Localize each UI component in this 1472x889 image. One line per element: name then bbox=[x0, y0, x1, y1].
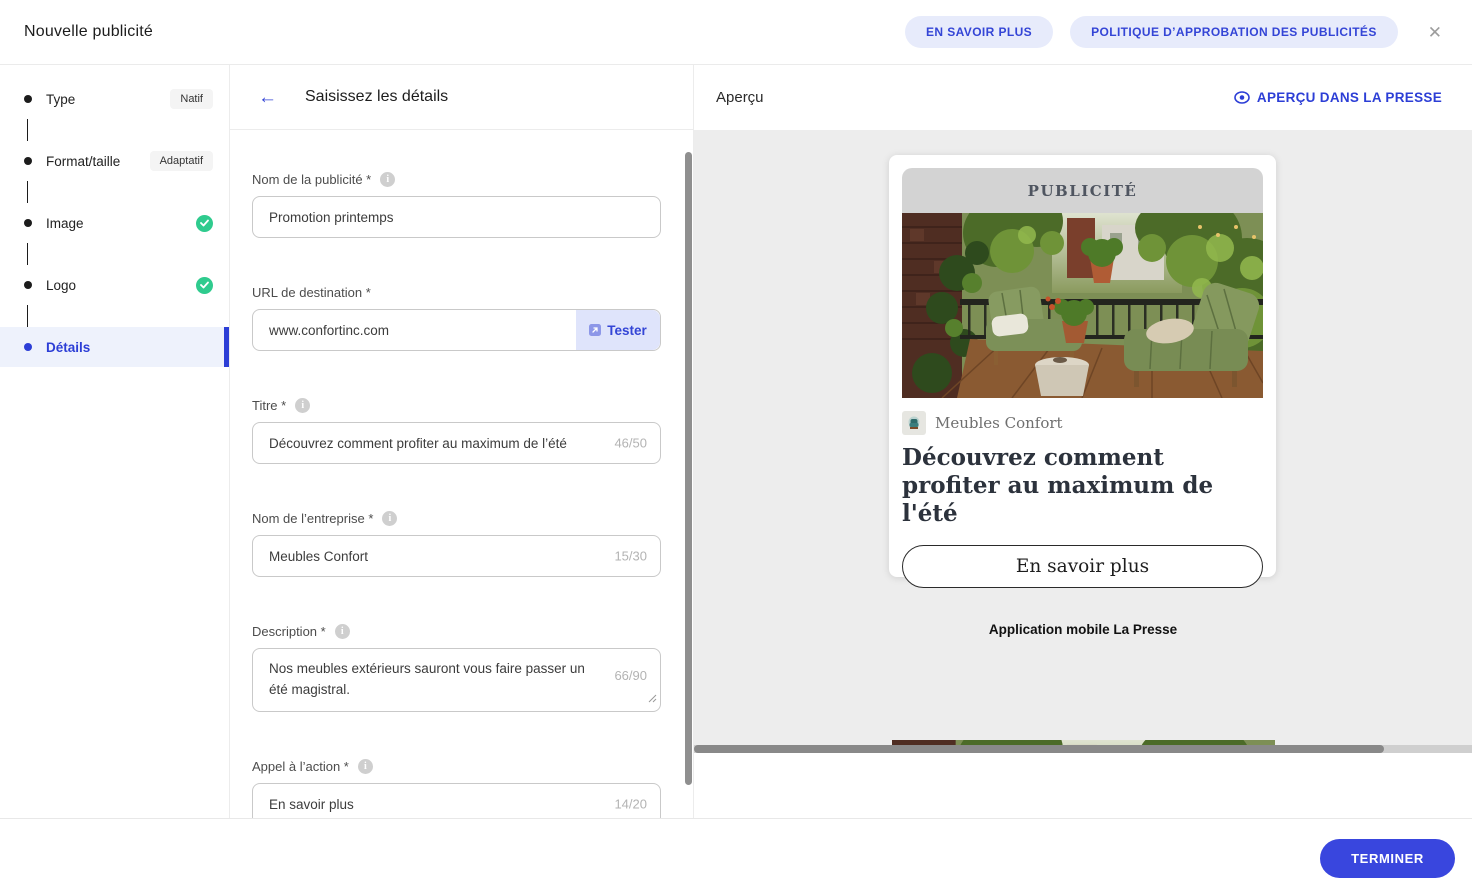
check-circle-icon bbox=[196, 276, 213, 294]
eye-icon bbox=[1234, 91, 1250, 104]
ad-preview-card: PUBLICITÉ Meubles Confort Découvrez comm… bbox=[889, 155, 1276, 589]
field-title: Titre * i Découvrez comment profiter au … bbox=[252, 398, 661, 464]
preview-bottom-spacer bbox=[694, 753, 1472, 818]
learn-more-button[interactable]: EN SAVOIR PLUS bbox=[905, 16, 1054, 48]
ad-headline: Découvrez comment profiter au maximum de… bbox=[902, 444, 1214, 528]
preview-title: Aperçu bbox=[716, 89, 764, 106]
step-connector bbox=[27, 305, 229, 327]
form-title: Saisissez les détails bbox=[305, 88, 449, 105]
char-counter: 66/90 bbox=[614, 668, 647, 683]
ad-policy-button[interactable]: POLITIQUE D’APPROBATION DES PUBLICITÉS bbox=[1070, 16, 1398, 48]
topbar-actions: EN SAVOIR PLUS POLITIQUE D’APPROBATION D… bbox=[888, 16, 1448, 48]
step-connector bbox=[27, 243, 229, 265]
title-value: Découvrez comment profiter au maximum de… bbox=[269, 435, 567, 451]
cta-value: En savoir plus bbox=[269, 796, 354, 812]
step-connector bbox=[27, 181, 229, 203]
steps-sidebar: Type Natif Format/taille Adaptatif Image bbox=[0, 65, 230, 818]
url-label: URL de destination * bbox=[252, 285, 371, 300]
step-dot-icon bbox=[24, 281, 32, 289]
new-ad-modal: Nouvelle publicité EN SAVOIR PLUS POLITI… bbox=[0, 0, 1472, 889]
press-preview-link[interactable]: APERÇU DANS LA PRESSE bbox=[1234, 90, 1442, 105]
ad-tag: PUBLICITÉ bbox=[902, 168, 1263, 213]
preview-horizontal-scrollbar-track bbox=[694, 745, 1472, 753]
ad-brand-name: Meubles Confort bbox=[935, 414, 1063, 432]
preview-horizontal-scrollbar[interactable] bbox=[694, 745, 1384, 753]
field-ad-name: Nom de la publicité * i Promotion printe… bbox=[252, 172, 661, 238]
field-destination-url: URL de destination * www.confortinc.com … bbox=[252, 285, 661, 351]
step-value-badge: Natif bbox=[170, 89, 213, 109]
step-value-badge: Adaptatif bbox=[149, 151, 213, 171]
sidebar-item-image[interactable]: Image bbox=[0, 203, 229, 243]
description-textarea[interactable]: Nos meubles extérieurs sauront vous fair… bbox=[252, 648, 661, 712]
ad-name-input[interactable]: Promotion printemps bbox=[252, 196, 661, 238]
ad-cta-button[interactable]: En savoir plus bbox=[902, 545, 1263, 589]
step-label: Type bbox=[46, 91, 76, 107]
preview-caption: Application mobile La Presse bbox=[988, 622, 1178, 637]
content-row: Type Natif Format/taille Adaptatif Image bbox=[0, 65, 1472, 818]
url-input[interactable]: www.confortinc.com Tester bbox=[252, 309, 661, 351]
preview-scroll-area: PUBLICITÉ Meubles Confort Découvrez comm… bbox=[694, 130, 1472, 753]
sidebar-item-logo[interactable]: Logo bbox=[0, 265, 229, 305]
footer: TERMINER bbox=[0, 818, 1472, 889]
preview-header: Aperçu APERÇU DANS LA PRESSE bbox=[694, 65, 1472, 130]
char-counter: 15/30 bbox=[614, 548, 647, 564]
cta-label: Appel à l’action * bbox=[252, 759, 349, 774]
description-label: Description * bbox=[252, 624, 326, 639]
details-form-panel: ← Saisissez les détails Nom de la public… bbox=[230, 65, 694, 818]
ad-name-label: Nom de la publicité * bbox=[252, 172, 372, 187]
ad-brand-row: Meubles Confort bbox=[902, 411, 1263, 435]
ad-name-value: Promotion printemps bbox=[269, 209, 394, 225]
sidebar-item-details[interactable]: Détails bbox=[0, 327, 229, 367]
check-circle-icon bbox=[196, 214, 213, 232]
page-title: Nouvelle publicité bbox=[24, 23, 154, 40]
sidebar-item-type[interactable]: Type Natif bbox=[0, 79, 229, 119]
step-label: Image bbox=[46, 215, 84, 231]
company-input[interactable]: Meubles Confort 15/30 bbox=[252, 535, 661, 577]
field-call-to-action: Appel à l’action * i En savoir plus 14/2… bbox=[252, 759, 661, 818]
step-label: Logo bbox=[46, 277, 77, 293]
step-label: Format/taille bbox=[46, 153, 121, 169]
title-label: Titre * bbox=[252, 398, 287, 413]
step-dot-icon bbox=[24, 219, 32, 227]
char-counter: 46/50 bbox=[614, 435, 647, 451]
info-icon[interactable]: i bbox=[380, 172, 396, 187]
test-url-button[interactable]: Tester bbox=[576, 310, 660, 350]
field-description: Description * i Nos meubles extérieurs s… bbox=[252, 624, 661, 712]
form-vertical-scrollbar[interactable] bbox=[685, 152, 692, 785]
preview-panel: Aperçu APERÇU DANS LA PRESSE PUBLICITÉ M… bbox=[694, 65, 1472, 818]
step-dot-icon bbox=[24, 95, 32, 103]
title-input[interactable]: Découvrez comment profiter au maximum de… bbox=[252, 422, 661, 464]
close-icon[interactable]: ✕ bbox=[1428, 24, 1442, 41]
finish-button[interactable]: TERMINER bbox=[1320, 839, 1455, 878]
cta-input[interactable]: En savoir plus 14/20 bbox=[252, 783, 661, 818]
info-icon[interactable]: i bbox=[357, 759, 373, 774]
url-value: www.confortinc.com bbox=[269, 322, 390, 338]
form-body: Nom de la publicité * i Promotion printe… bbox=[230, 130, 693, 818]
field-company-name: Nom de l’entreprise * i Meubles Confort … bbox=[252, 511, 661, 577]
char-counter: 14/20 bbox=[614, 796, 647, 812]
press-preview-label: APERÇU DANS LA PRESSE bbox=[1256, 90, 1442, 105]
resize-handle-icon[interactable] bbox=[648, 690, 657, 708]
form-header: ← Saisissez les détails bbox=[230, 65, 693, 130]
step-label: Détails bbox=[46, 339, 91, 355]
step-dot-icon bbox=[24, 343, 32, 351]
info-icon[interactable]: i bbox=[382, 511, 398, 526]
company-label: Nom de l’entreprise * bbox=[252, 511, 374, 526]
topbar: Nouvelle publicité EN SAVOIR PLUS POLITI… bbox=[0, 0, 1472, 65]
step-dot-icon bbox=[24, 157, 32, 165]
description-value: Nos meubles extérieurs sauront vous fair… bbox=[269, 661, 585, 697]
back-arrow-icon[interactable]: ← bbox=[258, 88, 277, 107]
brand-logo-icon bbox=[902, 411, 926, 435]
company-value: Meubles Confort bbox=[269, 548, 369, 564]
step-connector bbox=[27, 119, 229, 141]
test-url-label: Tester bbox=[607, 322, 647, 338]
info-icon[interactable]: i bbox=[295, 398, 311, 413]
sidebar-item-format[interactable]: Format/taille Adaptatif bbox=[0, 141, 229, 181]
external-link-icon bbox=[589, 324, 602, 336]
info-icon[interactable]: i bbox=[334, 624, 350, 639]
ad-image bbox=[902, 213, 1263, 398]
